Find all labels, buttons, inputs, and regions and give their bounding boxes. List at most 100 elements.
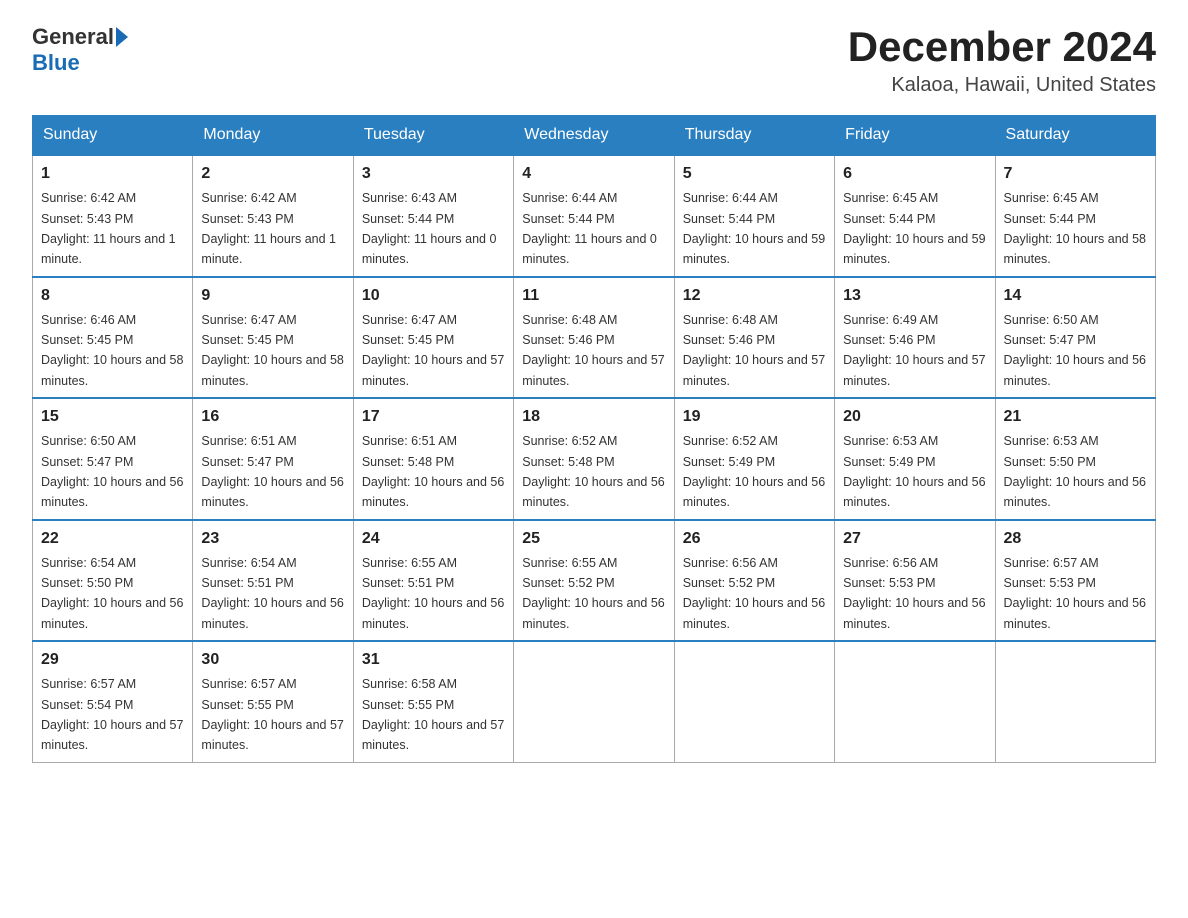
day-info: Sunrise: 6:42 AMSunset: 5:43 PMDaylight:… (201, 191, 336, 266)
day-info: Sunrise: 6:45 AMSunset: 5:44 PMDaylight:… (843, 191, 985, 266)
calendar-cell: 31 Sunrise: 6:58 AMSunset: 5:55 PMDayligh… (353, 641, 513, 762)
calendar-cell (835, 641, 995, 762)
calendar-header-sunday: Sunday (33, 116, 193, 156)
day-info: Sunrise: 6:45 AMSunset: 5:44 PMDaylight:… (1004, 191, 1146, 266)
day-number: 13 (843, 284, 986, 308)
calendar-cell: 8Sunrise: 6:46 AMSunset: 5:45 PMDaylight… (33, 277, 193, 399)
day-info: Sunrise: 6:44 AMSunset: 5:44 PMDaylight:… (522, 191, 657, 266)
day-info: Sunrise: 6:55 AMSunset: 5:51 PMDaylight:… (362, 556, 504, 631)
day-number: 2 (201, 162, 344, 186)
calendar-cell: 22 Sunrise: 6:54 AMSunset: 5:50 PMDayligh… (33, 520, 193, 642)
calendar-cell: 29 Sunrise: 6:57 AMSunset: 5:54 PMDayligh… (33, 641, 193, 762)
day-info: Sunrise: 6:57 AMSunset: 5:53 PMDaylight:… (1004, 556, 1146, 631)
day-info: Sunrise: 6:57 AMSunset: 5:54 PMDaylight:… (41, 677, 183, 752)
page-header: General Blue December 2024 Kalaoa, Hawai… (32, 24, 1156, 97)
calendar-week-row: 29 Sunrise: 6:57 AMSunset: 5:54 PMDayligh… (33, 641, 1156, 762)
calendar-cell: 26Sunrise: 6:56 AMSunset: 5:52 PMDayligh… (674, 520, 834, 642)
day-info: Sunrise: 6:56 AMSunset: 5:53 PMDaylight:… (843, 556, 985, 631)
calendar-cell: 14 Sunrise: 6:50 AMSunset: 5:47 PMDayligh… (995, 277, 1155, 399)
day-info: Sunrise: 6:42 AMSunset: 5:43 PMDaylight:… (41, 191, 176, 266)
calendar-cell: 2 Sunrise: 6:42 AMSunset: 5:43 PMDaylight… (193, 155, 353, 277)
calendar-week-row: 1 Sunrise: 6:42 AMSunset: 5:43 PMDaylight… (33, 155, 1156, 277)
day-info: Sunrise: 6:46 AMSunset: 5:45 PMDaylight:… (41, 313, 183, 388)
day-info: Sunrise: 6:54 AMSunset: 5:51 PMDaylight:… (201, 556, 343, 631)
day-info: Sunrise: 6:56 AMSunset: 5:52 PMDaylight:… (683, 556, 825, 631)
calendar-header-saturday: Saturday (995, 116, 1155, 156)
day-info: Sunrise: 6:49 AMSunset: 5:46 PMDaylight:… (843, 313, 985, 388)
calendar-cell: 30Sunrise: 6:57 AMSunset: 5:55 PMDayligh… (193, 641, 353, 762)
calendar-cell: 7 Sunrise: 6:45 AMSunset: 5:44 PMDaylight… (995, 155, 1155, 277)
calendar-header-row: SundayMondayTuesdayWednesdayThursdayFrid… (33, 116, 1156, 156)
day-info: Sunrise: 6:50 AMSunset: 5:47 PMDaylight:… (41, 434, 183, 509)
calendar-week-row: 8Sunrise: 6:46 AMSunset: 5:45 PMDaylight… (33, 277, 1156, 399)
day-info: Sunrise: 6:58 AMSunset: 5:55 PMDaylight:… (362, 677, 504, 752)
day-info: Sunrise: 6:52 AMSunset: 5:49 PMDaylight:… (683, 434, 825, 509)
day-info: Sunrise: 6:53 AMSunset: 5:50 PMDaylight:… (1004, 434, 1146, 509)
calendar-cell: 12 Sunrise: 6:48 AMSunset: 5:46 PMDayligh… (674, 277, 834, 399)
day-number: 12 (683, 284, 826, 308)
day-info: Sunrise: 6:55 AMSunset: 5:52 PMDaylight:… (522, 556, 664, 631)
calendar-cell: 11 Sunrise: 6:48 AMSunset: 5:46 PMDayligh… (514, 277, 674, 399)
day-number: 31 (362, 648, 505, 672)
day-number: 16 (201, 405, 344, 429)
day-number: 7 (1004, 162, 1147, 186)
day-number: 21 (1004, 405, 1147, 429)
calendar-header-friday: Friday (835, 116, 995, 156)
calendar-cell: 15 Sunrise: 6:50 AMSunset: 5:47 PMDayligh… (33, 398, 193, 520)
day-number: 27 (843, 527, 986, 551)
location: Kalaoa, Hawaii, United States (848, 74, 1156, 97)
day-number: 11 (522, 284, 665, 308)
calendar-cell: 13 Sunrise: 6:49 AMSunset: 5:46 PMDayligh… (835, 277, 995, 399)
day-info: Sunrise: 6:47 AMSunset: 5:45 PMDaylight:… (362, 313, 504, 388)
day-info: Sunrise: 6:52 AMSunset: 5:48 PMDaylight:… (522, 434, 664, 509)
title-area: December 2024 Kalaoa, Hawaii, United Sta… (848, 24, 1156, 97)
calendar-cell: 21 Sunrise: 6:53 AMSunset: 5:50 PMDayligh… (995, 398, 1155, 520)
day-number: 19 (683, 405, 826, 429)
logo-general-text: General (32, 24, 114, 50)
day-info: Sunrise: 6:54 AMSunset: 5:50 PMDaylight:… (41, 556, 183, 631)
calendar-cell: 5Sunrise: 6:44 AMSunset: 5:44 PMDaylight… (674, 155, 834, 277)
day-number: 18 (522, 405, 665, 429)
calendar-table: SundayMondayTuesdayWednesdayThursdayFrid… (32, 115, 1156, 763)
calendar-cell: 3Sunrise: 6:43 AMSunset: 5:44 PMDaylight… (353, 155, 513, 277)
day-number: 4 (522, 162, 665, 186)
day-number: 14 (1004, 284, 1147, 308)
calendar-header-thursday: Thursday (674, 116, 834, 156)
calendar-header-monday: Monday (193, 116, 353, 156)
day-info: Sunrise: 6:53 AMSunset: 5:49 PMDaylight:… (843, 434, 985, 509)
day-number: 30 (201, 648, 344, 672)
calendar-cell: 10 Sunrise: 6:47 AMSunset: 5:45 PMDayligh… (353, 277, 513, 399)
day-number: 22 (41, 527, 184, 551)
day-info: Sunrise: 6:50 AMSunset: 5:47 PMDaylight:… (1004, 313, 1146, 388)
day-number: 6 (843, 162, 986, 186)
day-number: 5 (683, 162, 826, 186)
calendar-header-tuesday: Tuesday (353, 116, 513, 156)
calendar-cell: 6 Sunrise: 6:45 AMSunset: 5:44 PMDaylight… (835, 155, 995, 277)
day-number: 3 (362, 162, 505, 186)
day-number: 23 (201, 527, 344, 551)
logo-arrow-icon (116, 27, 128, 47)
calendar-cell: 23 Sunrise: 6:54 AMSunset: 5:51 PMDayligh… (193, 520, 353, 642)
calendar-cell: 19 Sunrise: 6:52 AMSunset: 5:49 PMDayligh… (674, 398, 834, 520)
logo: General Blue (32, 24, 130, 76)
day-info: Sunrise: 6:48 AMSunset: 5:46 PMDaylight:… (522, 313, 664, 388)
calendar-header-wednesday: Wednesday (514, 116, 674, 156)
logo-blue-text: Blue (32, 50, 80, 75)
day-number: 25 (522, 527, 665, 551)
calendar-cell (674, 641, 834, 762)
day-info: Sunrise: 6:48 AMSunset: 5:46 PMDaylight:… (683, 313, 825, 388)
day-number: 20 (843, 405, 986, 429)
calendar-cell: 17Sunrise: 6:51 AMSunset: 5:48 PMDayligh… (353, 398, 513, 520)
day-number: 15 (41, 405, 184, 429)
calendar-cell: 9Sunrise: 6:47 AMSunset: 5:45 PMDaylight… (193, 277, 353, 399)
calendar-cell: 20 Sunrise: 6:53 AMSunset: 5:49 PMDayligh… (835, 398, 995, 520)
day-number: 10 (362, 284, 505, 308)
calendar-cell: 16Sunrise: 6:51 AMSunset: 5:47 PMDayligh… (193, 398, 353, 520)
month-title: December 2024 (848, 24, 1156, 70)
day-number: 28 (1004, 527, 1147, 551)
day-number: 29 (41, 648, 184, 672)
day-info: Sunrise: 6:51 AMSunset: 5:48 PMDaylight:… (362, 434, 504, 509)
day-number: 1 (41, 162, 184, 186)
calendar-week-row: 15 Sunrise: 6:50 AMSunset: 5:47 PMDayligh… (33, 398, 1156, 520)
calendar-cell: 27 Sunrise: 6:56 AMSunset: 5:53 PMDayligh… (835, 520, 995, 642)
